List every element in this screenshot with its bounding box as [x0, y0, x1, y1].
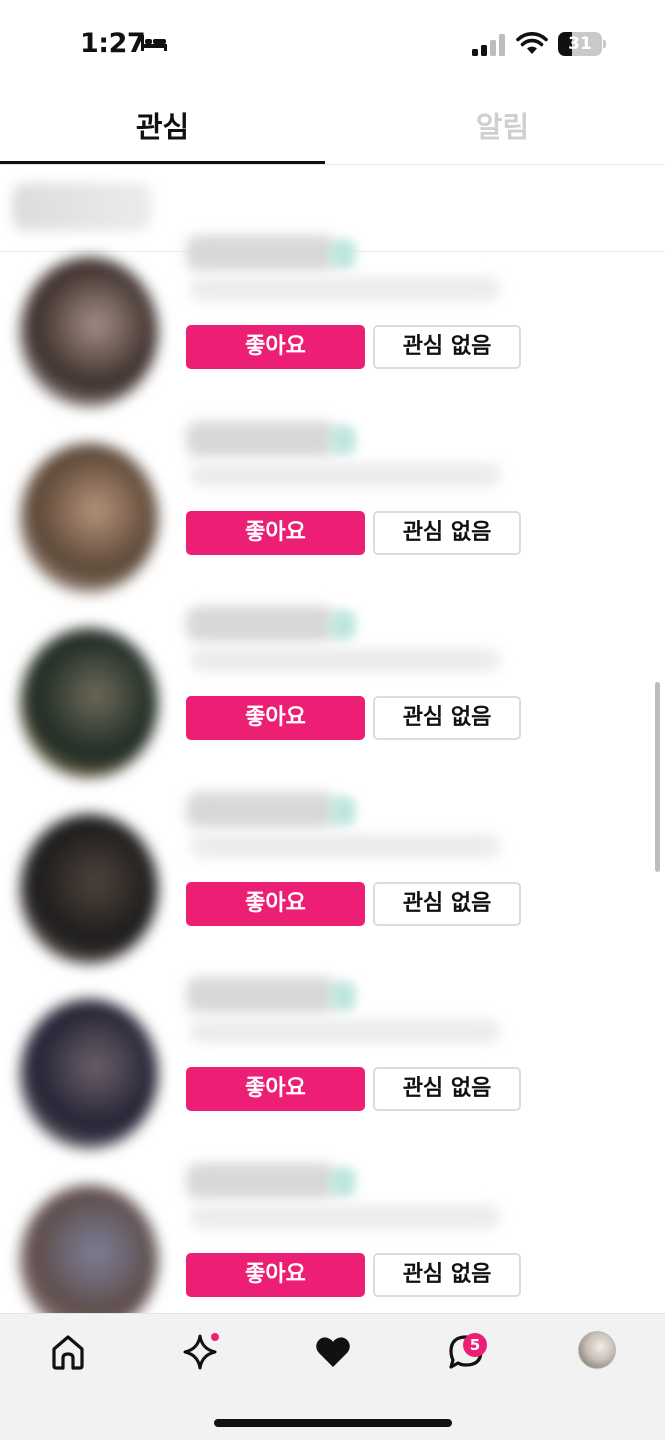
not-interested-button[interactable]: 관심 없음: [373, 1067, 521, 1111]
list-item[interactable]: 좋아요 관심 없음: [0, 969, 665, 1154]
profile-avatar[interactable]: [578, 1331, 616, 1369]
status-time: 1:27: [80, 28, 146, 59]
like-button[interactable]: 좋아요: [186, 881, 365, 926]
blurred-section-header: [12, 183, 152, 231]
avatar[interactable]: [20, 257, 158, 407]
tab-interest[interactable]: 관심: [0, 92, 325, 165]
wifi-icon: [516, 32, 548, 54]
bed-icon: [141, 35, 167, 51]
home-indicator: [214, 1419, 452, 1427]
not-interested-button[interactable]: 관심 없음: [373, 510, 521, 555]
like-button[interactable]: 좋아요: [186, 696, 365, 740]
like-button[interactable]: 좋아요: [186, 510, 365, 555]
chat-badge: 5: [463, 1333, 487, 1357]
list-item[interactable]: 좋아요 관심 없음: [0, 413, 665, 598]
battery-level: 31: [568, 34, 592, 54]
not-interested-button[interactable]: 관심 없음: [373, 325, 521, 369]
like-button[interactable]: 좋아요: [186, 1067, 365, 1111]
avatar[interactable]: [20, 1184, 158, 1313]
not-interested-button[interactable]: 관심 없음: [373, 1252, 521, 1297]
blurred-profile-info: [180, 413, 510, 495]
avatar[interactable]: [20, 813, 158, 964]
signal-icon: [472, 34, 505, 56]
list-item[interactable]: 좋아요 관심 없음: [0, 784, 665, 969]
blurred-profile-info: [180, 969, 510, 1051]
like-button[interactable]: 좋아요: [186, 1252, 365, 1297]
avatar[interactable]: [20, 999, 158, 1149]
sparkle-notification-dot: [211, 1333, 219, 1341]
not-interested-button[interactable]: 관심 없음: [373, 881, 521, 926]
scrollbar[interactable]: [655, 682, 660, 872]
interest-list[interactable]: 좋아요 관심 없음 좋아요 관심 없음 좋아요 관심 없음 좋아요 관심 없음 좋아요 관심 없음…: [0, 165, 665, 1313]
blurred-profile-info: [180, 1155, 510, 1237]
home-icon[interactable]: [48, 1332, 88, 1372]
battery-indicator: 31: [558, 32, 606, 56]
status-bar: 1:27 31: [0, 0, 665, 92]
active-tab-underline: [0, 161, 325, 164]
heart-icon[interactable]: [313, 1332, 353, 1372]
like-button[interactable]: 좋아요: [186, 325, 365, 369]
list-item[interactable]: 좋아요 관심 없음: [0, 1155, 665, 1313]
blurred-profile-info: [180, 784, 510, 866]
blurred-profile-info: [180, 227, 510, 309]
avatar[interactable]: [20, 442, 158, 593]
blurred-profile-info: [180, 598, 510, 680]
tab-bar: 관심 알림: [0, 92, 665, 165]
list-item[interactable]: 좋아요 관심 없음: [0, 227, 665, 412]
tab-alerts[interactable]: 알림: [340, 92, 665, 165]
list-item[interactable]: 좋아요 관심 없음: [0, 598, 665, 783]
not-interested-button[interactable]: 관심 없음: [373, 696, 521, 740]
avatar[interactable]: [20, 628, 158, 778]
